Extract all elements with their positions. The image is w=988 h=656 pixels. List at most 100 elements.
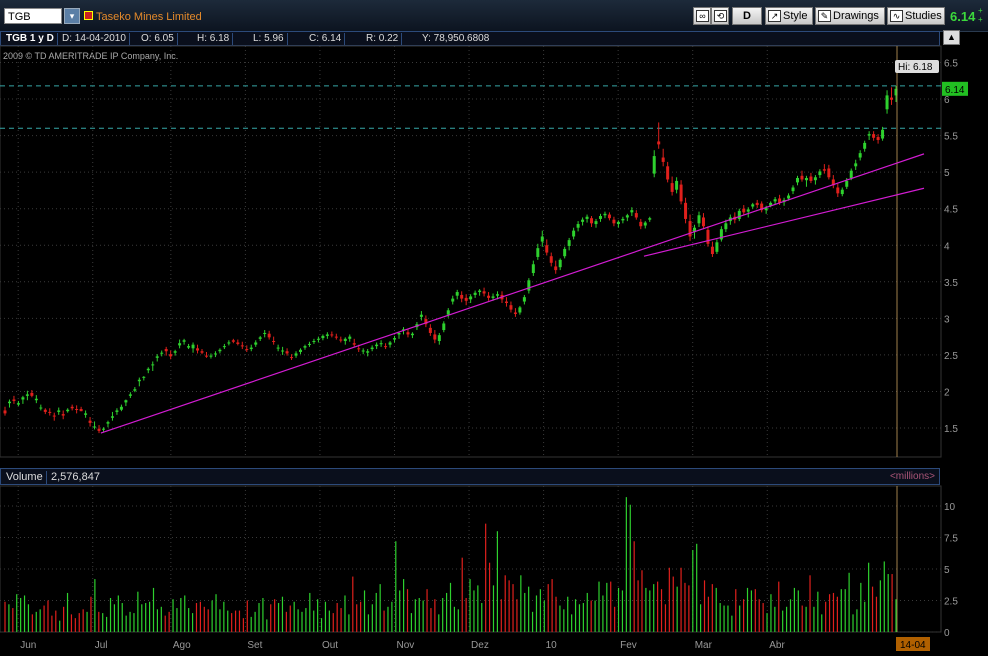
candle-body (88, 420, 92, 423)
candle-body (867, 134, 871, 136)
y-tick-label: 2.5 (944, 351, 958, 362)
candle-body (240, 345, 244, 347)
candle-body (66, 409, 70, 412)
candle-body (710, 246, 714, 255)
candle-body (258, 337, 262, 339)
x-tick-label: Jul (95, 640, 108, 651)
candle-body (307, 343, 311, 345)
candle-body (173, 351, 177, 353)
volume-tick-label: 2.5 (944, 597, 958, 608)
candle-body (872, 134, 876, 138)
candle-body (254, 342, 258, 345)
candle-body (455, 292, 459, 296)
current-date-label: 14-04 (900, 640, 926, 651)
candle-body (545, 245, 549, 253)
candle-body (590, 218, 594, 224)
candle-body (200, 351, 204, 353)
candle-body (630, 210, 634, 213)
candle-body (325, 334, 329, 336)
candle-body (885, 95, 889, 110)
y-tick-label: 3 (944, 314, 950, 325)
candle-body (522, 297, 526, 302)
candle-body (160, 352, 164, 354)
candle-body (751, 204, 755, 207)
candle-body (236, 342, 240, 344)
candle-body (272, 341, 276, 343)
candle-body (334, 336, 338, 338)
candle-body (849, 170, 853, 178)
candle-body (513, 312, 517, 314)
candle-body (836, 187, 840, 194)
candle-body (75, 408, 79, 410)
candle-body (209, 355, 213, 357)
candle-body (227, 342, 231, 344)
candle-body (679, 184, 683, 202)
y-tick-label: 6 (944, 95, 950, 106)
candle-body (531, 264, 535, 274)
candle-body (52, 415, 56, 417)
candle-body (598, 216, 602, 219)
candle-body (433, 334, 437, 340)
candle-body (48, 411, 52, 413)
y-tick-label: 5.5 (944, 132, 958, 143)
x-tick-label: Mar (695, 640, 713, 651)
candle-body (509, 305, 513, 310)
x-tick-label: Set (247, 640, 262, 651)
candle-body (57, 410, 61, 412)
candle-body (437, 335, 441, 342)
candle-body (39, 407, 43, 409)
candle-body (410, 333, 414, 336)
candle-body (222, 346, 226, 348)
high-label: Hi: 6.18 (898, 62, 933, 73)
y-tick-label: 4.5 (944, 205, 958, 216)
candle-body (567, 240, 571, 246)
candle-body (858, 153, 862, 158)
candle-body (7, 401, 11, 404)
candle-body (603, 213, 607, 216)
candle-body (639, 221, 643, 227)
y-tick-label: 5 (944, 168, 950, 179)
candle-body (809, 176, 813, 181)
candle-body (791, 187, 795, 192)
x-tick-label: Nov (397, 640, 415, 651)
candle-body (540, 236, 544, 242)
candle-body (657, 141, 661, 145)
candle-body (442, 323, 446, 331)
candle-body (652, 156, 656, 174)
candle-body (845, 180, 849, 187)
candle-body (146, 368, 150, 371)
candle-body (666, 166, 670, 180)
candle-body (43, 409, 47, 412)
candle-body (321, 335, 325, 339)
candle-body (701, 217, 705, 227)
candle-body (285, 351, 289, 354)
candle-body (133, 389, 137, 391)
volume-tick-label: 5 (944, 565, 950, 576)
candle-body (890, 97, 894, 100)
chart-canvas[interactable]: Jun Jul Ago Set Out Nov Dez 10 Fev Mar Abr 14-04 1.5… (0, 0, 988, 656)
candle-body (128, 394, 132, 396)
candle-body (473, 292, 477, 295)
candle-body (554, 266, 558, 271)
y-tick-label: 6.5 (944, 59, 958, 70)
y-tick-label: 4 (944, 241, 950, 252)
candle-body (164, 349, 168, 352)
candle-body (97, 428, 101, 431)
candle-body (25, 394, 29, 396)
candle-body (204, 355, 208, 357)
candle-body (755, 202, 759, 206)
candle-body (169, 354, 173, 357)
candle-body (375, 344, 379, 347)
candle-body (102, 428, 106, 430)
candle-body (348, 336, 352, 339)
candle-body (469, 296, 473, 300)
candle-body (93, 426, 97, 428)
candle-body (352, 343, 356, 345)
candle-body (339, 339, 343, 341)
candle-body (876, 137, 880, 140)
y-tick-label: 2 (944, 387, 950, 398)
candle-body (388, 342, 392, 345)
candle-body (634, 213, 638, 218)
candle-body (496, 294, 500, 296)
candle-body (822, 169, 826, 171)
